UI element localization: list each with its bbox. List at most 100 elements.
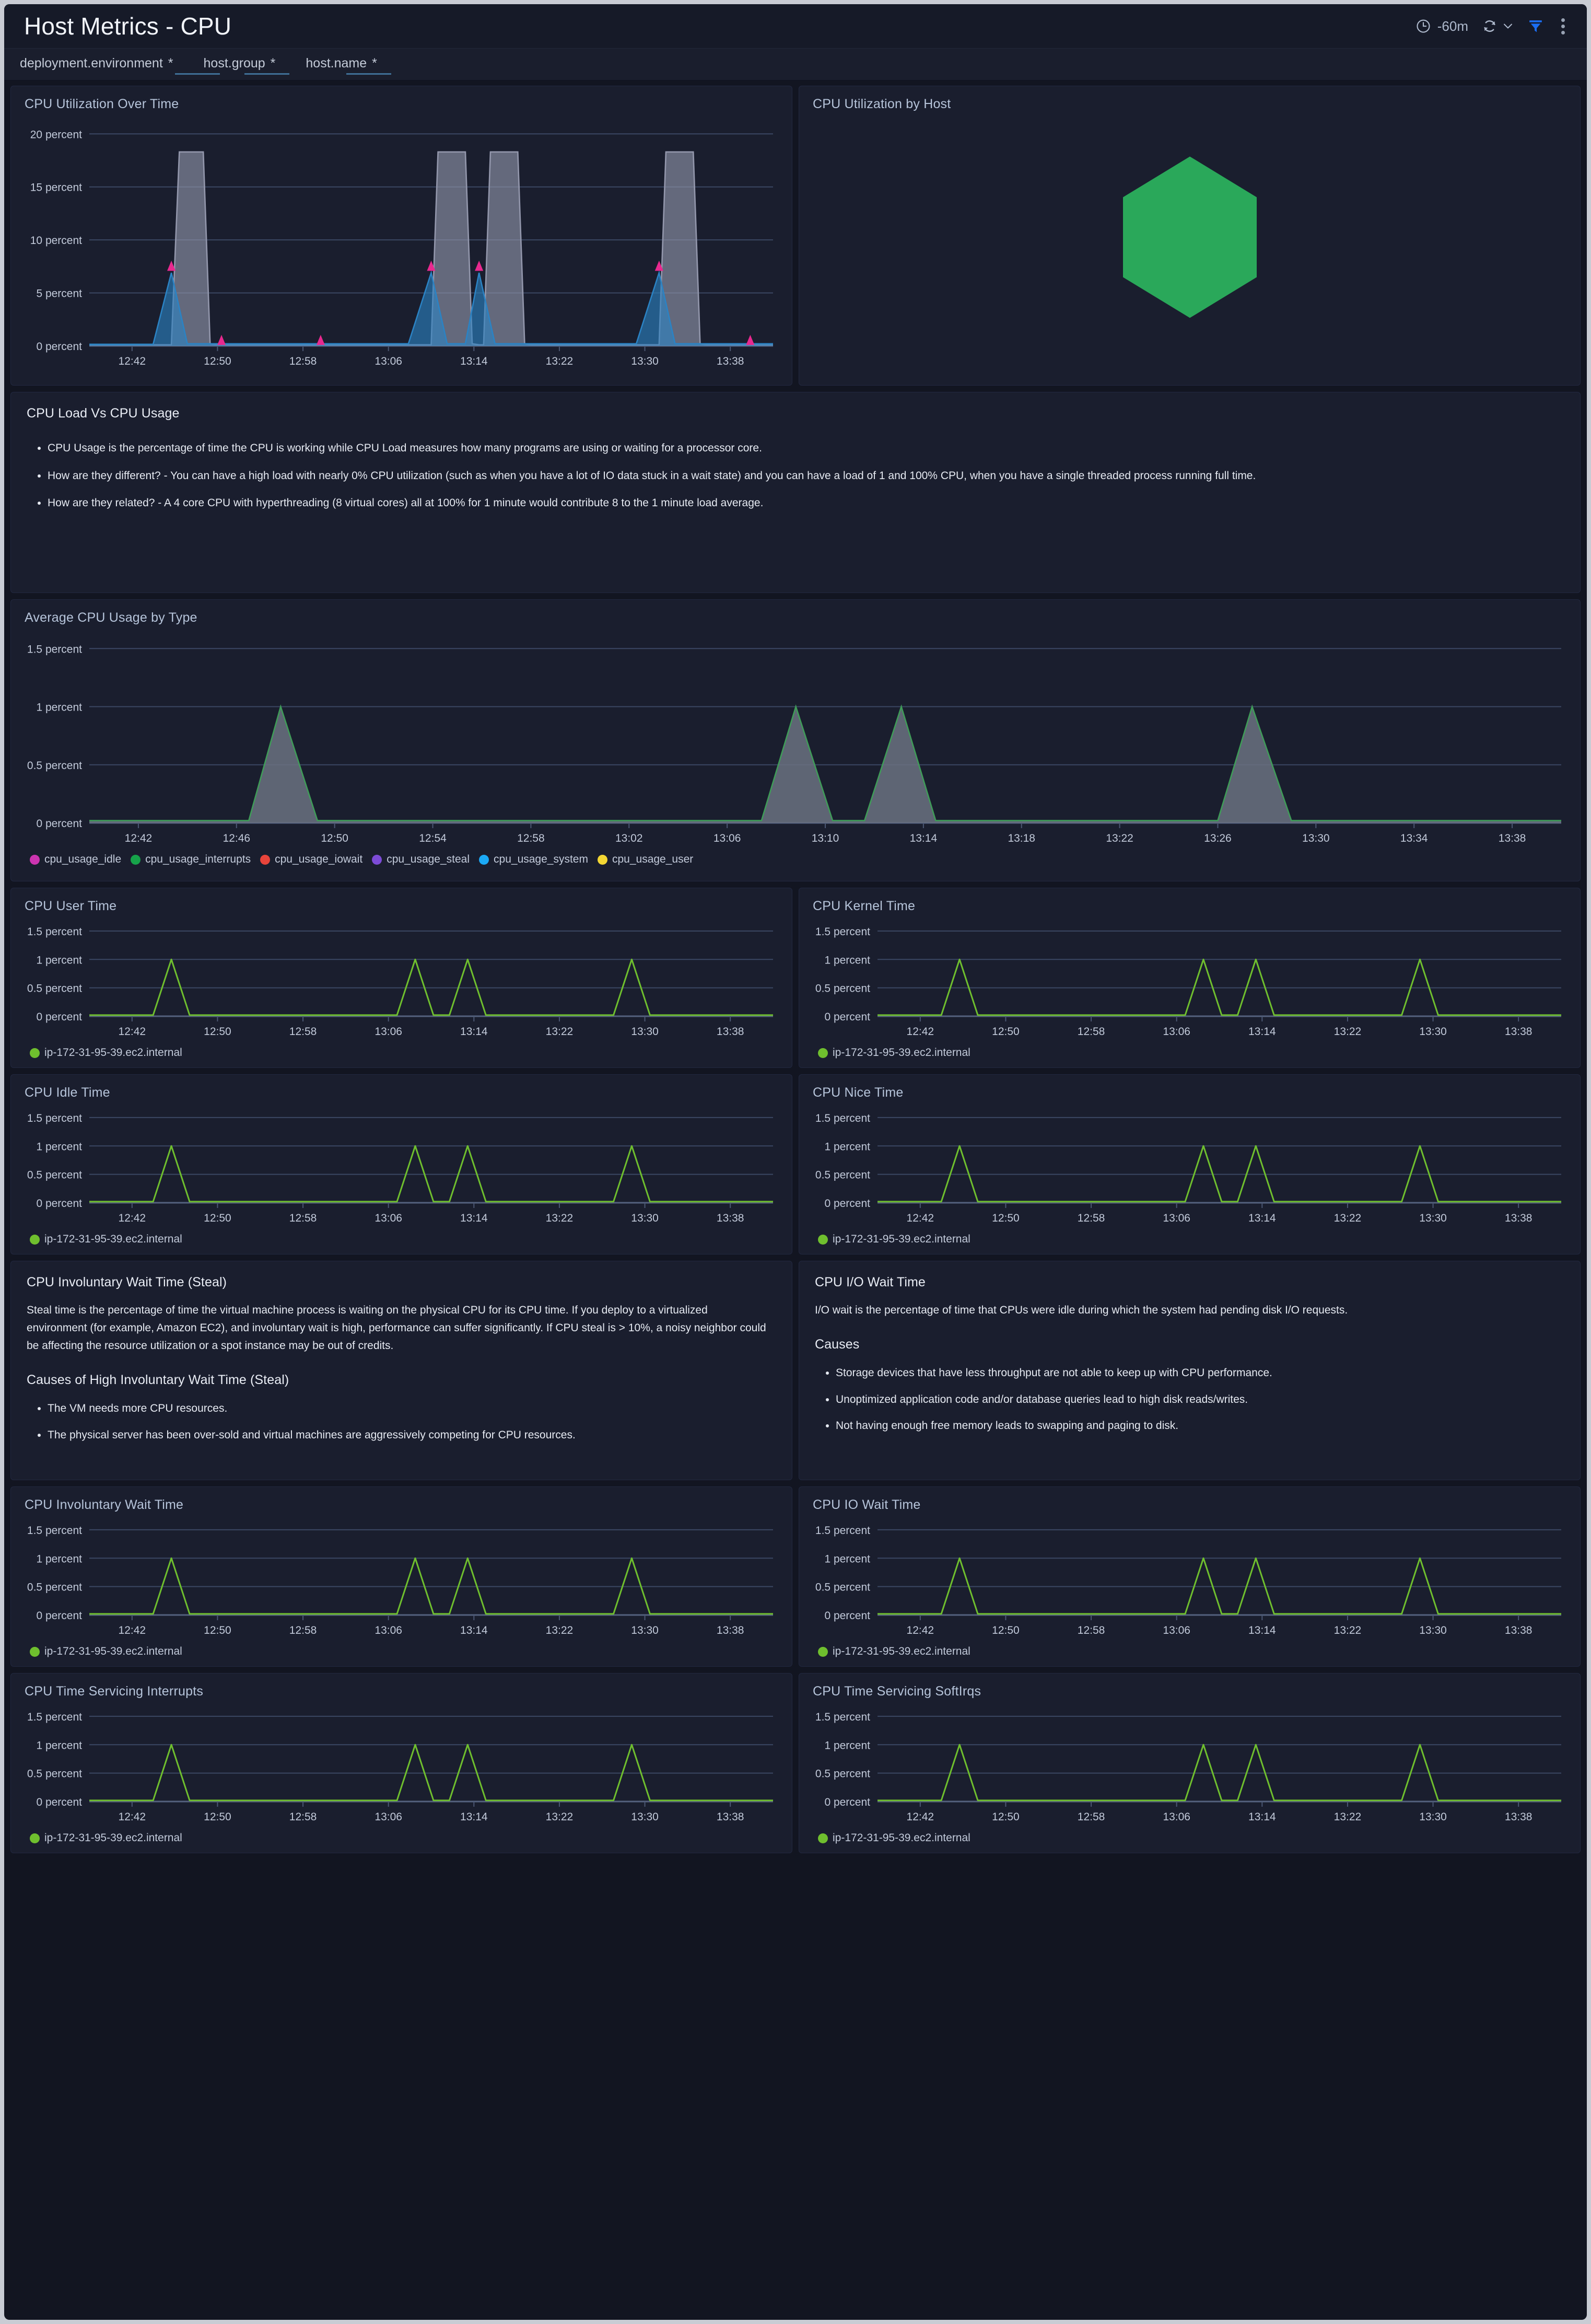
panel-avg-cpu-usage-by-type[interactable]: Average CPU Usage by Type 0 percent 0.5 p… <box>10 599 1581 881</box>
panel-cpu-io-wait-time[interactable]: CPU IO Wait Time 0 percent 0.5 percent 1 p… <box>799 1486 1581 1667</box>
filter-icon[interactable] <box>1528 18 1543 34</box>
chart-marker <box>217 334 226 345</box>
dashboard-row-7: CPU Involuntary Wait Time 0 percent 0.5 p… <box>10 1486 1581 1667</box>
legend-item[interactable]: cpu_usage_interrupts <box>131 853 251 866</box>
y-axis-tick-label: 1 percent <box>36 1141 82 1153</box>
chart-legend[interactable]: ip-172-31-95-39.ec2.internal <box>799 1829 1580 1844</box>
chart-legend[interactable]: ip-172-31-95-39.ec2.internal <box>11 1829 792 1844</box>
panel-cpu-idle-time[interactable]: CPU Idle Time 0 percent 0.5 percent 1 perc… <box>10 1074 792 1254</box>
chart-cpu-kernel-time[interactable]: 0 percent 0.5 percent 1 percent 1.5 percent… <box>799 914 1580 1043</box>
panel-cpu-time-servicing-interrupts[interactable]: CPU Time Servicing Interrupts 0 percent 0… <box>10 1673 792 1853</box>
x-axis-tick-label: 13:30 <box>1302 832 1330 844</box>
chart-legend[interactable]: ip-172-31-95-39.ec2.internal <box>799 1642 1580 1658</box>
chart-cpu-involuntary-wait-time[interactable]: 0 percent 0.5 percent 1 percent 1.5 percent… <box>11 1513 792 1642</box>
x-axis-tick-label: 13:06 <box>1163 1026 1190 1038</box>
control-value: * <box>168 56 173 71</box>
legend-item[interactable]: cpu_usage_idle <box>30 853 121 866</box>
legend-item[interactable]: cpu_usage_iowait <box>260 853 362 866</box>
x-axis-tick-label: 13:14 <box>460 1026 488 1038</box>
markdown-steal-info: CPU Involuntary Wait Time (Steal) Steal … <box>11 1261 792 1467</box>
more-options-icon[interactable] <box>1557 16 1569 37</box>
panel-cpu-kernel-time[interactable]: CPU Kernel Time 0 percent 0.5 percent 1 pe… <box>799 888 1581 1068</box>
dashboard-row-3: Average CPU Usage by Type 0 percent 0.5 p… <box>10 599 1581 881</box>
panel-iowait-info[interactable]: CPU I/O Wait Time I/O wait is the percen… <box>799 1261 1581 1480</box>
x-axis-tick-label: 12:42 <box>119 1811 146 1823</box>
x-axis-tick-label: 12:50 <box>204 1624 231 1636</box>
x-axis-tick-label: 13:14 <box>460 355 488 367</box>
y-axis-tick-label: 10 percent <box>30 235 82 247</box>
chart-cpu-time-servicing-interrupts[interactable]: 0 percent 0.5 percent 1 percent 1.5 percent… <box>11 1699 792 1829</box>
y-axis-tick-label: 0.5 percent <box>815 1582 870 1594</box>
chart-cpu-io-wait-time[interactable]: 0 percent 0.5 percent 1 percent 1.5 percent… <box>799 1513 1580 1642</box>
chart-avg-cpu-usage-by-type[interactable]: 0 percent 0.5 percent 1 percent 1.5 percent… <box>11 625 1580 850</box>
chart-canvas: 0 percent 0.5 percent 1 percent 1.5 percent… <box>27 1525 773 1636</box>
legend-item[interactable]: ip-172-31-95-39.ec2.internal <box>818 1645 970 1658</box>
legend-color-dot <box>597 854 607 865</box>
y-axis-tick-label: 0.5 percent <box>815 1768 870 1780</box>
heatmap-cpu-utilization-by-host[interactable] <box>799 112 1580 363</box>
legend-item[interactable]: ip-172-31-95-39.ec2.internal <box>30 1645 182 1658</box>
chart-marker <box>475 260 484 271</box>
legend-item[interactable]: ip-172-31-95-39.ec2.internal <box>30 1832 182 1844</box>
x-axis-tick-label: 13:06 <box>375 1811 402 1823</box>
chart-cpu-time-servicing-softirqs[interactable]: 0 percent 0.5 percent 1 percent 1.5 percent… <box>799 1699 1580 1829</box>
x-axis-tick-label: 12:42 <box>119 1026 146 1038</box>
legend-label: cpu_usage_system <box>494 853 588 865</box>
x-axis-tick-label: 13:38 <box>717 355 744 367</box>
chart-legend[interactable]: cpu_usage_idle cpu_usage_interrupts cpu_us… <box>11 850 1580 866</box>
panel-cpu-utilization-over-time[interactable]: CPU Utilization Over Time 0 percent 5 per… <box>10 86 792 386</box>
legend-item[interactable]: ip-172-31-95-39.ec2.internal <box>30 1047 182 1059</box>
refresh-control[interactable] <box>1482 18 1514 34</box>
x-axis-tick-label: 12:50 <box>992 1026 1020 1038</box>
legend-item[interactable]: ip-172-31-95-39.ec2.internal <box>30 1233 182 1246</box>
panel-cpu-utilization-by-host[interactable]: CPU Utilization by Host <box>799 86 1581 386</box>
x-axis-tick-label: 13:14 <box>1248 1624 1276 1636</box>
y-axis-tick-label: 1 percent <box>36 1553 82 1565</box>
chart-legend[interactable]: ip-172-31-95-39.ec2.internal <box>11 1043 792 1059</box>
panel-cpu-user-time[interactable]: CPU User Time 0 percent 0.5 percent 1 perc… <box>10 888 792 1068</box>
chart-legend[interactable]: ip-172-31-95-39.ec2.internal <box>799 1043 1580 1059</box>
chart-legend[interactable]: ip-172-31-95-39.ec2.internal <box>11 1230 792 1246</box>
dashboard-row-5: CPU Idle Time 0 percent 0.5 percent 1 perc… <box>10 1074 1581 1254</box>
list-item: The VM needs more CPU resources. <box>48 1400 774 1417</box>
chart-cpu-user-time[interactable]: 0 percent 0.5 percent 1 percent 1.5 percent… <box>11 914 792 1043</box>
panel-title: CPU Nice Time <box>813 1085 904 1100</box>
legend-item[interactable]: cpu_usage_user <box>597 853 693 866</box>
panel-cpu-involuntary-wait-time[interactable]: CPU Involuntary Wait Time 0 percent 0.5 p… <box>10 1486 792 1667</box>
legend-item[interactable]: ip-172-31-95-39.ec2.internal <box>818 1233 970 1246</box>
control-host-name[interactable]: host.name * <box>306 49 392 80</box>
time-range-picker[interactable]: -60m <box>1415 18 1468 34</box>
panel-title: CPU Idle Time <box>25 1085 110 1100</box>
panel-cpu-nice-time[interactable]: CPU Nice Time 0 percent 0.5 percent 1 perc… <box>799 1074 1581 1254</box>
y-axis-tick-label: 0 percent <box>824 1796 870 1808</box>
page-title: Host Metrics - CPU <box>24 13 232 40</box>
chart-cpu-utilization-over-time[interactable]: 0 percent 5 percent 10 percent 15 percent 20… <box>11 112 792 373</box>
legend-label: ip-172-31-95-39.ec2.internal <box>833 1645 970 1657</box>
chevron-down-icon[interactable] <box>1502 20 1514 32</box>
x-axis-tick-label: 13:30 <box>1419 1811 1447 1823</box>
y-axis-tick-label: 1.5 percent <box>27 643 82 655</box>
panel-title: CPU Utilization Over Time <box>25 97 179 111</box>
chart-line <box>89 1557 773 1615</box>
chart-legend[interactable]: ip-172-31-95-39.ec2.internal <box>799 1230 1580 1246</box>
legend-color-dot <box>30 1234 40 1245</box>
chart-cpu-idle-time[interactable]: 0 percent 0.5 percent 1 percent 1.5 percent… <box>11 1100 792 1230</box>
legend-label: cpu_usage_steal <box>387 853 470 865</box>
legend-item[interactable]: ip-172-31-95-39.ec2.internal <box>818 1832 970 1844</box>
control-host-group[interactable]: host.group * <box>204 49 289 80</box>
chart-cpu-nice-time[interactable]: 0 percent 0.5 percent 1 percent 1.5 percent… <box>799 1100 1580 1230</box>
legend-item[interactable]: ip-172-31-95-39.ec2.internal <box>818 1047 970 1059</box>
panel-load-vs-usage[interactable]: CPU Load Vs CPU Usage CPU Usage is the p… <box>10 392 1581 593</box>
chart-legend[interactable]: ip-172-31-95-39.ec2.internal <box>11 1642 792 1658</box>
hexagon-cell[interactable] <box>1117 154 1263 321</box>
legend-item[interactable]: cpu_usage_steal <box>372 853 470 866</box>
panel-cpu-time-servicing-softirqs[interactable]: CPU Time Servicing SoftIrqs 0 percent 0.5… <box>799 1673 1581 1853</box>
x-axis-tick-label: 13:06 <box>375 1212 402 1224</box>
x-axis-tick-label: 12:58 <box>517 832 545 844</box>
legend-item[interactable]: cpu_usage_system <box>479 853 588 866</box>
control-deployment-environment[interactable]: deployment.environment * <box>20 49 220 80</box>
chart-canvas: 0 percent 0.5 percent 1 percent 1.5 percent… <box>27 1112 773 1224</box>
dashboard-row-4: CPU User Time 0 percent 0.5 percent 1 perc… <box>10 888 1581 1068</box>
panel-steal-info[interactable]: CPU Involuntary Wait Time (Steal) Steal … <box>10 1261 792 1480</box>
x-axis-tick-label: 13:14 <box>1248 1811 1276 1823</box>
